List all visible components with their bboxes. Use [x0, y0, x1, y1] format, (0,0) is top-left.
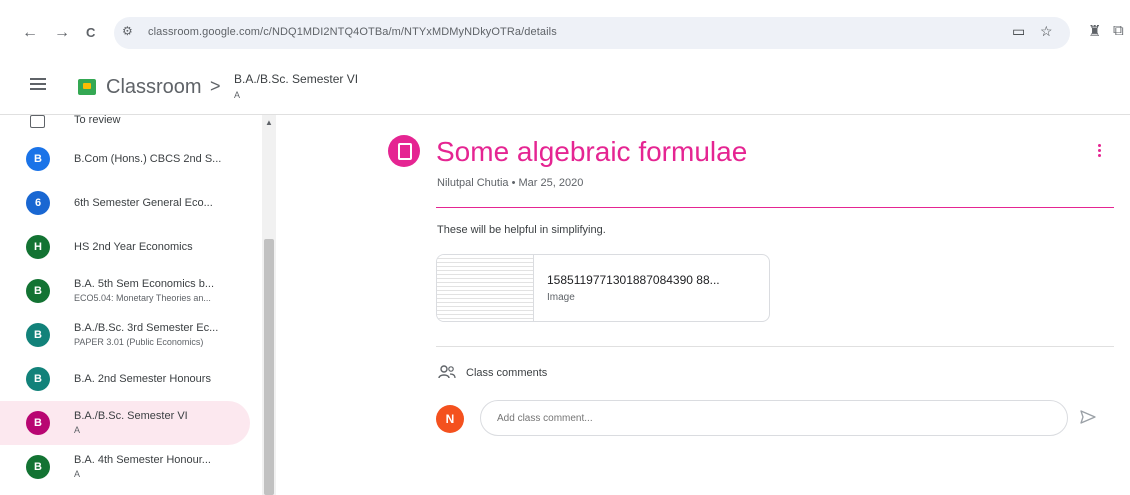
chevron-right-icon: >	[210, 76, 221, 96]
sidebar-class-item[interactable]: B B.A. 5th Sem Economics b... ECO5.04: Mon…	[0, 269, 250, 313]
class-avatar: B	[26, 147, 50, 171]
menu-icon[interactable]	[30, 78, 46, 90]
attachment-name[interactable]: 1585119771301887084390 88...	[547, 273, 720, 287]
sidebar-scrollbar[interactable]: ▲	[262, 115, 276, 495]
class-avatar: B	[26, 279, 50, 303]
class-avatar: B	[26, 367, 50, 391]
sidebar-class-item[interactable]: B B.Com (Hons.) CBCS 2nd S...	[0, 137, 250, 181]
sidebar-item-label: 6th Semester General Eco...	[74, 197, 213, 209]
material-icon	[388, 135, 420, 167]
class-avatar: H	[26, 235, 50, 259]
sidebar-item-label: To review	[74, 115, 121, 126]
site-settings-icon[interactable]: ⚙	[122, 24, 133, 38]
class-avatar: B	[26, 323, 50, 347]
breadcrumb-title[interactable]: B.A./B.Sc. Semester VI	[234, 72, 358, 86]
app-header: Classroom > B.A./B.Sc. Semester VI A	[0, 62, 1130, 115]
sidebar-item-label: HS 2nd Year Economics	[74, 241, 193, 253]
browser-toolbar: ← → C ⚙ classroom.google.com/c/NDQ1MDI2N…	[0, 0, 1130, 62]
class-comments-label: Class comments	[466, 367, 548, 379]
attachment-card[interactable]: 1585119771301887084390 88... Image	[436, 254, 770, 322]
app-title[interactable]: Classroom	[106, 76, 202, 99]
cast-icon[interactable]: ▭	[1012, 23, 1025, 40]
sidebar-class-item[interactable]: B B.A. 4th Semester Honour... A	[0, 445, 250, 489]
sidebar-class-item[interactable]: B B.A./B.Sc. 3rd Semester Ec... PAPER 3.01…	[0, 313, 250, 357]
comment-input[interactable]	[480, 400, 1068, 436]
sidebar-item-label: B.A./B.Sc. 3rd Semester Ec...	[74, 322, 219, 334]
sidebar-item-to-review[interactable]: To review	[0, 115, 276, 133]
url-text[interactable]: classroom.google.com/c/NDQ1MDI2NTQ4OTBa/…	[148, 26, 557, 38]
sidebar-item-subtitle: ECO5.04: Monetary Theories an...	[74, 293, 211, 303]
star-icon[interactable]: ☆	[1040, 23, 1053, 40]
extension-icon[interactable]: ♜	[1088, 22, 1101, 40]
forward-icon[interactable]: →	[54, 24, 70, 42]
sidebar-item-subtitle: A	[74, 425, 81, 435]
sidebar-item-label: B.A. 5th Sem Economics b...	[74, 278, 215, 290]
breadcrumb-subtitle: A	[234, 90, 241, 100]
sidebar-item-label: B.A./B.Sc. Semester VI	[74, 410, 188, 422]
back-icon[interactable]: ←	[22, 24, 38, 42]
class-avatar: B	[26, 411, 50, 435]
people-icon	[438, 365, 456, 379]
classroom-logo-icon[interactable]	[78, 79, 96, 95]
sidebar-class-item[interactable]: H HS 2nd Year Economics	[0, 225, 250, 269]
reload-icon[interactable]: C	[86, 24, 95, 42]
sidebar: To review B B.Com (Hons.) CBCS 2nd S... 6 6…	[0, 115, 276, 495]
more-options-icon[interactable]	[1098, 144, 1102, 159]
checklist-icon	[30, 115, 45, 128]
avatar: N	[436, 405, 464, 433]
copy-icon[interactable]: ⧉	[1113, 22, 1124, 39]
sidebar-class-item[interactable]: B B.A. 2nd Semester Honours	[0, 357, 250, 401]
scroll-up-icon[interactable]: ▲	[265, 118, 273, 127]
scroll-thumb[interactable]	[264, 239, 274, 495]
attachment-thumbnail[interactable]	[437, 255, 534, 321]
attachment-type: Image	[547, 292, 575, 303]
sidebar-item-label: B.A. 2nd Semester Honours	[74, 373, 211, 385]
sidebar-item-subtitle: A	[74, 469, 81, 479]
class-avatar: B	[26, 455, 50, 479]
class-avatar: 6	[26, 191, 50, 215]
address-bar[interactable]: ⚙ classroom.google.com/c/NDQ1MDI2NTQ4OTB…	[114, 17, 1070, 49]
post-title: Some algebraic formulae	[436, 136, 748, 167]
send-icon[interactable]	[1080, 410, 1096, 424]
sidebar-class-item[interactable]: 6 6th Semester General Eco...	[0, 181, 250, 225]
divider	[436, 207, 1114, 208]
sidebar-item-label: B.A. 4th Semester Honour...	[74, 454, 211, 466]
post-meta: Nilutpal Chutia • Mar 25, 2020	[437, 177, 584, 189]
sidebar-item-label: B.Com (Hons.) CBCS 2nd S...	[74, 153, 222, 165]
sidebar-item-subtitle: PAPER 3.01 (Public Economics)	[74, 337, 204, 347]
divider	[436, 346, 1114, 347]
sidebar-class-item[interactable]: B B.A./B.Sc. Semester VI A	[0, 401, 250, 445]
post-description: These will be helpful in simplifying.	[437, 224, 606, 236]
